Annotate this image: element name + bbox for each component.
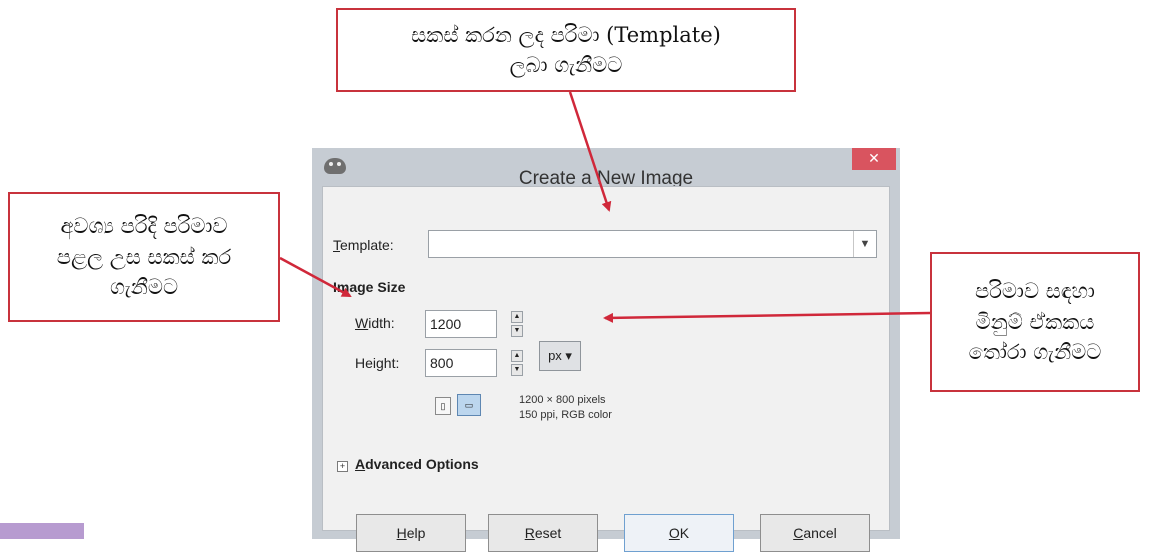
template-label: Template: bbox=[333, 237, 394, 253]
spin-down-icon[interactable]: ▼ bbox=[511, 325, 523, 337]
callout-size-line1: අවශ්‍ය පරිදි පරිමාව bbox=[60, 214, 228, 239]
dropdown-arrow-icon[interactable]: ▼ bbox=[853, 231, 876, 257]
spin-down-icon[interactable]: ▼ bbox=[511, 364, 523, 376]
callout-unit-line3: තෝරා ගැනීමට bbox=[968, 340, 1102, 365]
dialog-body: Template: ▼ Image Size Width: 1200 ▲ ▼ H… bbox=[322, 186, 890, 552]
template-combo[interactable]: ▼ bbox=[428, 230, 877, 258]
advanced-options-label[interactable]: Advanced Options bbox=[355, 456, 479, 472]
callout-template-line2: ලබා ගැනීමට bbox=[509, 53, 623, 77]
landscape-icon[interactable]: ▭ bbox=[457, 394, 481, 416]
spin-up-icon[interactable]: ▲ bbox=[511, 311, 523, 323]
callout-unit-line1: පරිමාව සඳහා bbox=[975, 279, 1095, 304]
ok-button[interactable]: OK bbox=[624, 514, 734, 552]
close-icon: ✕ bbox=[868, 151, 880, 167]
height-spin[interactable]: ▲ ▼ bbox=[511, 350, 523, 376]
width-input[interactable]: 1200 bbox=[425, 310, 497, 338]
reset-button[interactable]: Reset bbox=[488, 514, 598, 552]
width-spin[interactable]: ▲ ▼ bbox=[511, 311, 523, 337]
image-info-size: 1200 × 800 pixels bbox=[519, 394, 606, 406]
image-info-resolution: 150 ppi, RGB color bbox=[519, 409, 612, 421]
callout-unit-line2: මිනුම් ඒකකය bbox=[975, 309, 1095, 334]
callout-unit: පරිමාව සඳහා මිනුම් ඒකකය තෝරා ගැනීමට bbox=[930, 252, 1140, 392]
cancel-button[interactable]: Cancel bbox=[760, 514, 870, 552]
callout-template-line1: සකස් කරන ලද පරිමා (Template) bbox=[411, 22, 721, 47]
image-size-heading: Image Size bbox=[333, 279, 406, 295]
unit-select[interactable]: px ▾ bbox=[539, 341, 581, 371]
callout-template: සකස් කරන ලද පරිමා (Template) ලබා ගැනීමට bbox=[336, 8, 796, 92]
callout-size-line2: පළල උස සකස් කර bbox=[56, 244, 232, 269]
height-label: Height: bbox=[355, 355, 400, 371]
callout-size-line3: ගැනීමට bbox=[109, 275, 179, 300]
help-button[interactable]: Help bbox=[356, 514, 466, 552]
expand-icon[interactable]: + bbox=[337, 461, 348, 472]
height-input[interactable]: 800 bbox=[425, 349, 497, 377]
spin-up-icon[interactable]: ▲ bbox=[511, 350, 523, 362]
create-image-dialog: Create a New Image ✕ Template: ▼ Image S… bbox=[312, 148, 900, 552]
callout-size: අවශ්‍ය පරිදි පරිමාව පළල උස සකස් කර ගැනීම… bbox=[8, 192, 280, 322]
close-button[interactable]: ✕ bbox=[852, 148, 896, 170]
portrait-icon[interactable]: ▯ bbox=[435, 397, 451, 415]
corner-tab bbox=[0, 523, 84, 539]
width-label: Width: bbox=[355, 315, 395, 331]
